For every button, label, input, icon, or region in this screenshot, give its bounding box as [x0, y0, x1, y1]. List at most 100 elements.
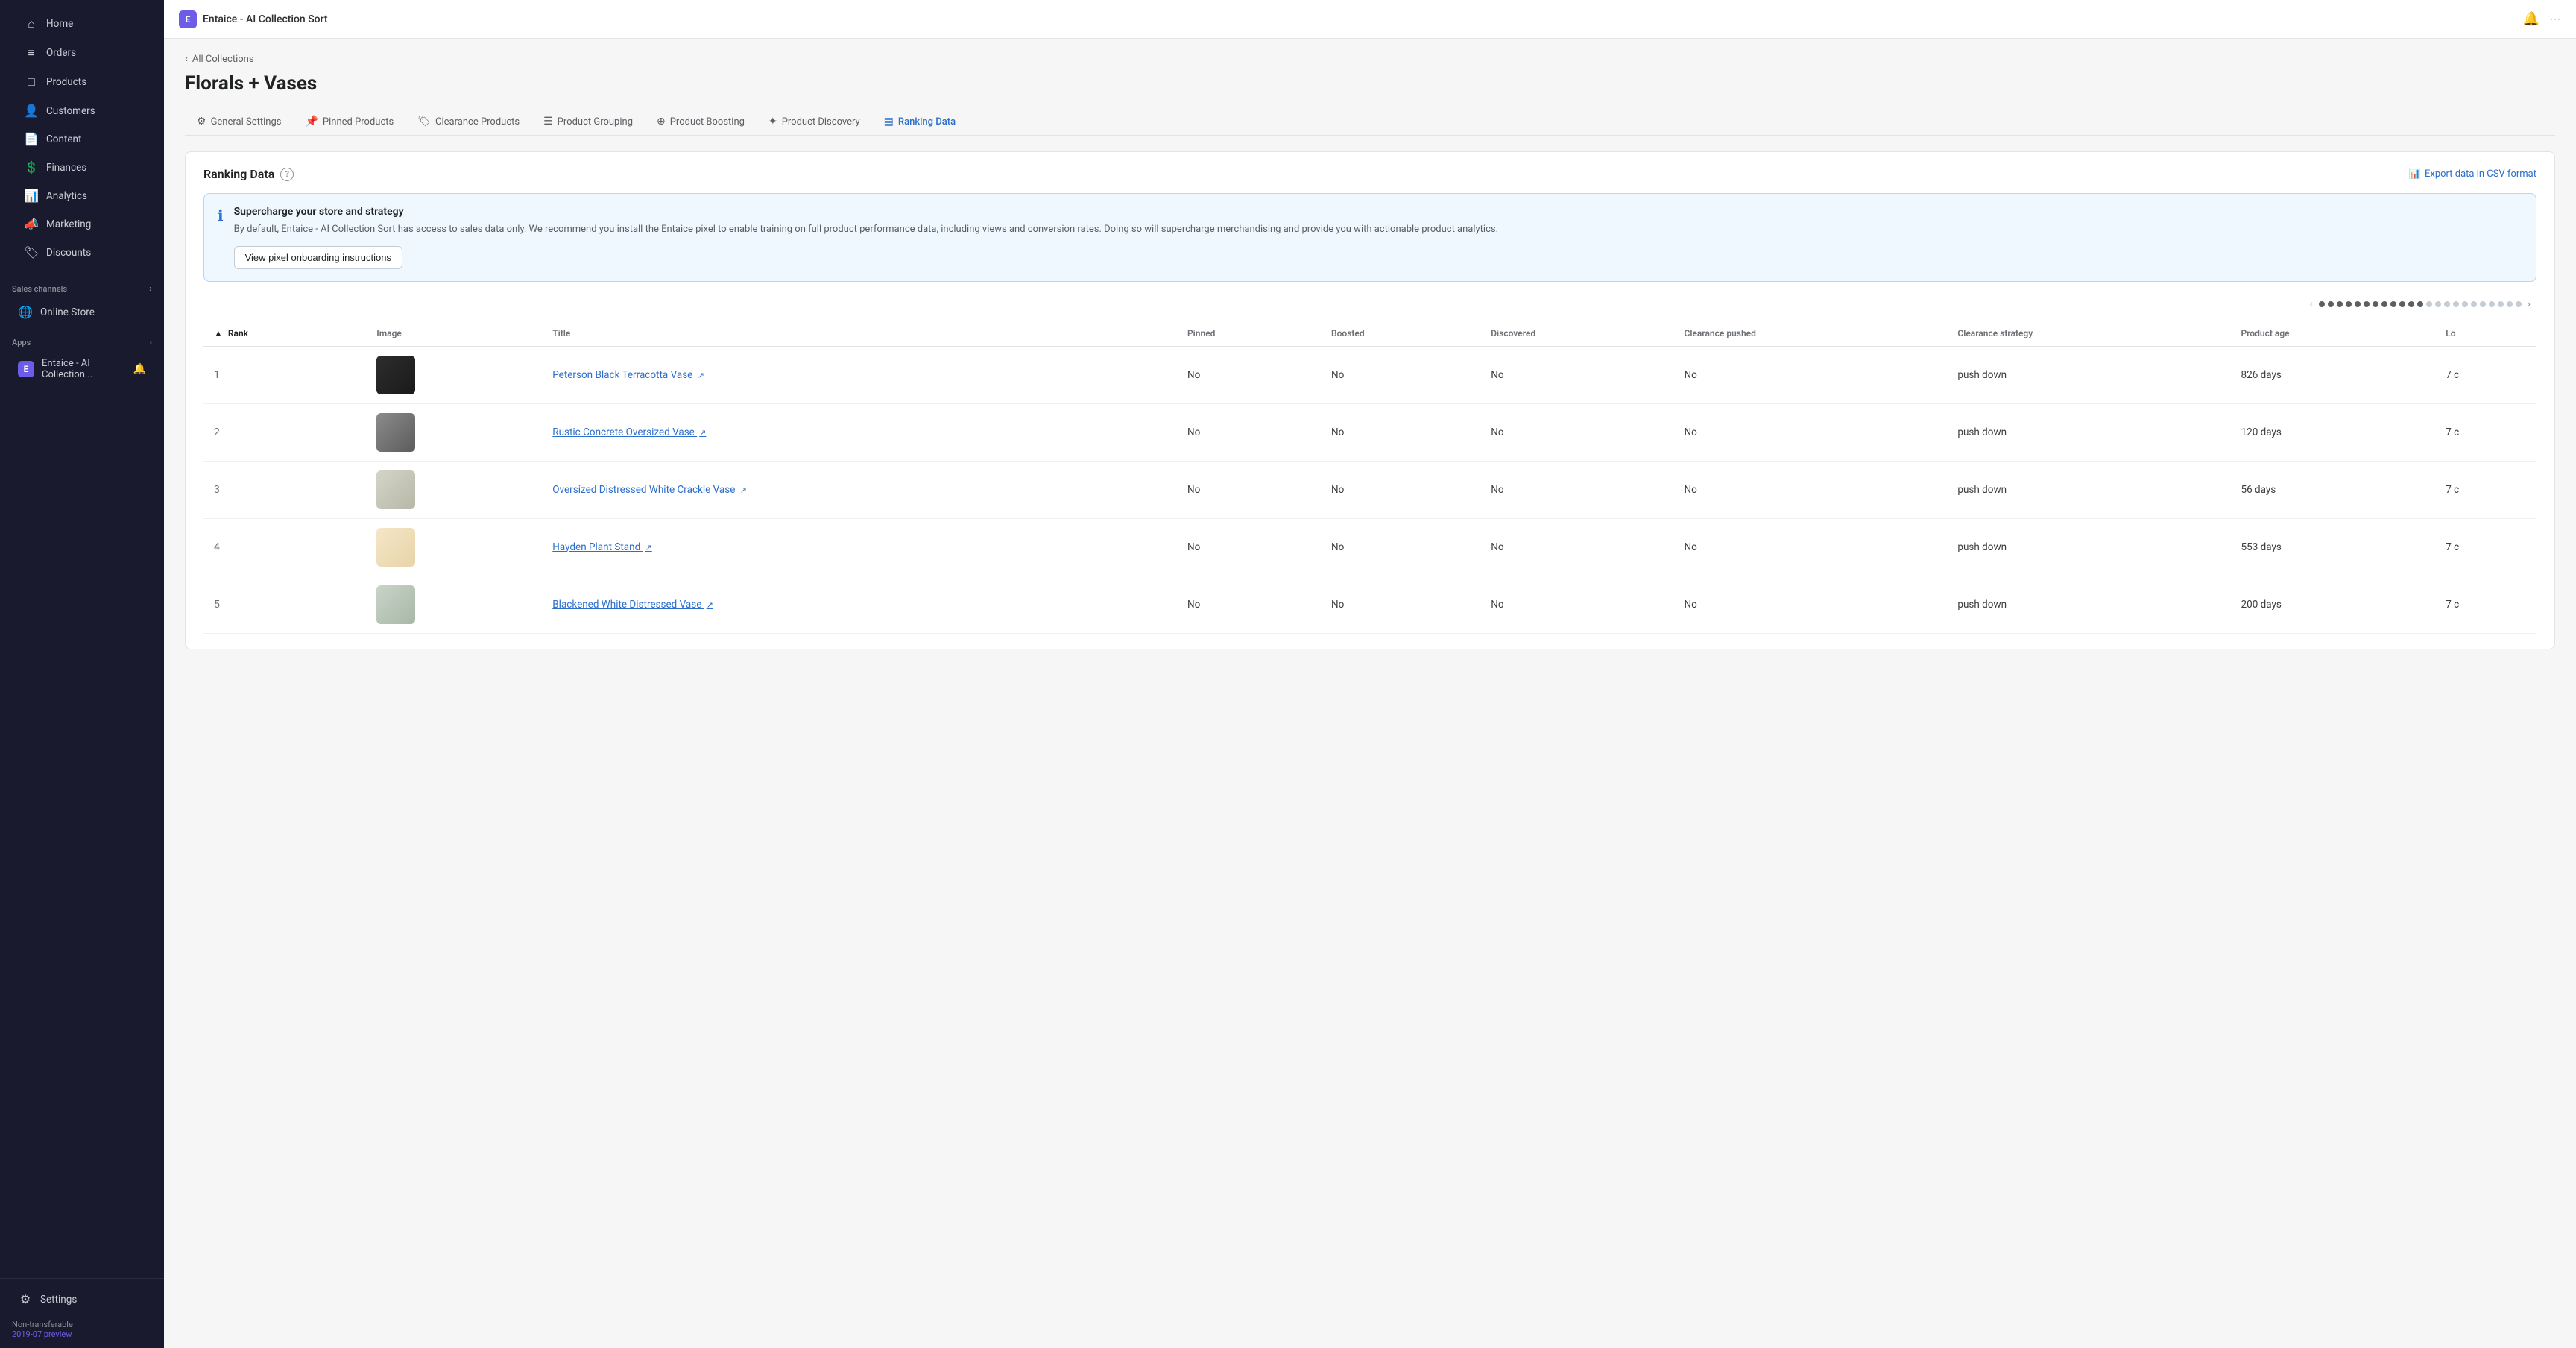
tab-ranking-data[interactable]: ▤ Ranking Data: [872, 108, 967, 136]
sidebar-nav-item-marketing[interactable]: 📣 Marketing: [12, 210, 152, 238]
dot-10[interactable]: [2399, 301, 2405, 307]
sidebar-nav-item-entaice[interactable]: E Entaice - AI Collection... 🔔: [6, 352, 158, 386]
tab-product-discovery[interactable]: ✦ Product Discovery: [757, 108, 872, 136]
dot-2[interactable]: [2328, 301, 2334, 307]
tab-product-boosting[interactable]: ⊕ Product Boosting: [645, 108, 757, 136]
pagination-prev[interactable]: ‹: [2307, 297, 2316, 312]
sales-channels-expand[interactable]: ›: [149, 283, 152, 295]
notification-bell-icon[interactable]: 🔔: [2523, 11, 2539, 27]
apps-expand[interactable]: ›: [149, 337, 152, 348]
external-link-icon: ↗: [645, 543, 652, 552]
cell-title: Hayden Plant Stand ↗: [542, 518, 1177, 576]
pagination-next[interactable]: ›: [2525, 297, 2534, 312]
dot-15[interactable]: [2444, 301, 2450, 307]
col-rank[interactable]: ▲ Rank: [203, 321, 366, 347]
dot-9[interactable]: [2390, 301, 2396, 307]
export-csv-link[interactable]: 📊 Export data in CSV format: [2409, 168, 2536, 180]
cell-pinned: No: [1177, 346, 1321, 403]
cell-image: [366, 403, 542, 461]
finances-icon: 💲: [24, 160, 39, 174]
dot-14[interactable]: [2435, 301, 2441, 307]
sidebar-nav-item-products[interactable]: □ Products: [12, 68, 152, 96]
app-badge-icon: E: [179, 10, 197, 28]
sidebar-nav-item-finances[interactable]: 💲 Finances: [12, 154, 152, 181]
ranking-data-card: Ranking Data ? 📊 Export data in CSV form…: [185, 151, 2555, 649]
content-area: ‹ All Collections Florals + Vases ⚙ Gene…: [164, 39, 2576, 664]
bell-icon: 🔔: [133, 363, 146, 375]
cell-clearance-strategy: push down: [1947, 346, 2230, 403]
table-row: 2Rustic Concrete Oversized Vase ↗NoNoNoN…: [203, 403, 2536, 461]
dot-13[interactable]: [2426, 301, 2432, 307]
cell-lo: 7 c: [2435, 461, 2536, 518]
product-boosting-icon: ⊕: [657, 116, 666, 127]
dot-19[interactable]: [2480, 301, 2486, 307]
table-container: ▲ Rank Image Title Pinned: [203, 321, 2536, 634]
sidebar-nav-item-orders[interactable]: ≡ Orders: [12, 39, 152, 67]
info-banner: ℹ Supercharge your store and strategy By…: [203, 193, 2536, 282]
tab-clearance-products[interactable]: 🏷 Clearance Products: [405, 108, 531, 136]
dot-8[interactable]: [2381, 301, 2387, 307]
more-options-icon[interactable]: ···: [2550, 13, 2561, 26]
clearance-products-icon: 🏷: [417, 116, 431, 127]
dot-16[interactable]: [2453, 301, 2459, 307]
sidebar-nav-item-analytics[interactable]: 📊 Analytics: [12, 182, 152, 210]
external-link-icon: ↗: [740, 485, 747, 495]
dot-22[interactable]: [2507, 301, 2513, 307]
cell-clearance-pushed: No: [1674, 403, 1948, 461]
product-link[interactable]: Hayden Plant Stand ↗: [552, 541, 652, 553]
info-circle-icon: ℹ: [218, 207, 224, 269]
sidebar-nav-item-discounts[interactable]: 🏷 Discounts: [12, 239, 152, 266]
sort-arrow-icon: ▲: [214, 328, 223, 338]
product-link[interactable]: Rustic Concrete Oversized Vase ↗: [552, 426, 706, 438]
cell-product-age: 200 days: [2231, 576, 2436, 633]
dot-17[interactable]: [2462, 301, 2468, 307]
dot-20[interactable]: [2489, 301, 2495, 307]
sidebar-nav-item-content[interactable]: 📄 Content: [12, 125, 152, 153]
dot-4[interactable]: [2346, 301, 2352, 307]
card-header: Ranking Data ? 📊 Export data in CSV form…: [203, 167, 2536, 181]
sidebar-nav-item-home[interactable]: ⌂ Home: [12, 10, 152, 38]
sidebar-nav-item-online-store[interactable]: 🌐 Online Store: [6, 298, 158, 326]
breadcrumb[interactable]: ‹ All Collections: [185, 54, 2555, 65]
cell-clearance-pushed: No: [1674, 461, 1948, 518]
dot-23[interactable]: [2516, 301, 2522, 307]
help-icon[interactable]: ?: [280, 168, 294, 181]
export-chart-icon: 📊: [2409, 168, 2421, 180]
dot-5[interactable]: [2355, 301, 2361, 307]
tab-general-settings[interactable]: ⚙ General Settings: [185, 108, 293, 136]
cell-lo: 7 c: [2435, 576, 2536, 633]
settings-nav-item[interactable]: ⚙ Settings: [6, 1285, 158, 1313]
content-icon: 📄: [24, 132, 39, 146]
dot-12[interactable]: [2417, 301, 2423, 307]
cell-clearance-pushed: No: [1674, 346, 1948, 403]
info-banner-title: Supercharge your store and strategy: [234, 206, 1498, 218]
dot-6[interactable]: [2364, 301, 2370, 307]
product-discovery-icon: ✦: [768, 116, 777, 127]
cell-image: [366, 518, 542, 576]
settings-icon: ⚙: [18, 1292, 33, 1306]
table-row: 4Hayden Plant Stand ↗NoNoNoNopush down55…: [203, 518, 2536, 576]
dot-3[interactable]: [2337, 301, 2343, 307]
cell-discovered: No: [1480, 346, 1673, 403]
pagination-dots: ‹: [203, 297, 2536, 312]
tab-pinned-products[interactable]: 📌 Pinned Products: [293, 108, 405, 136]
ranking-data-icon: ▤: [884, 116, 894, 127]
product-link[interactable]: Blackened White Distressed Vase ↗: [552, 599, 713, 611]
tab-product-grouping[interactable]: ☰ Product Grouping: [531, 108, 645, 136]
cell-clearance-strategy: push down: [1947, 518, 2230, 576]
ranking-table: ▲ Rank Image Title Pinned: [203, 321, 2536, 634]
dot-18[interactable]: [2471, 301, 2477, 307]
product-link[interactable]: Oversized Distressed White Crackle Vase …: [552, 484, 747, 496]
table-row: 1Peterson Black Terracotta Vase ↗NoNoNoN…: [203, 346, 2536, 403]
dot-21[interactable]: [2498, 301, 2504, 307]
product-thumbnail: [376, 528, 415, 567]
dot-11[interactable]: [2408, 301, 2414, 307]
sidebar-nav-item-customers[interactable]: 👤 Customers: [12, 97, 152, 125]
product-link[interactable]: Peterson Black Terracotta Vase ↗: [552, 369, 704, 381]
dot-1[interactable]: [2319, 301, 2325, 307]
cell-product-age: 120 days: [2231, 403, 2436, 461]
pixel-onboarding-button[interactable]: View pixel onboarding instructions: [234, 246, 402, 269]
non-transferable-badge: Non-transferable: [12, 1320, 152, 1329]
dot-7[interactable]: [2373, 301, 2378, 307]
cell-clearance-strategy: push down: [1947, 576, 2230, 633]
